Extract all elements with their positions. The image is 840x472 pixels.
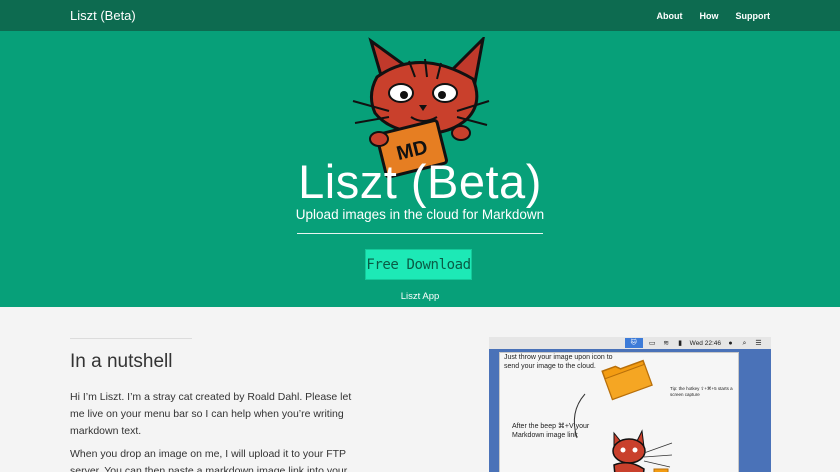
liszt-menubar-icon: 🐱	[624, 338, 643, 348]
note-after-beep: After the beep ⌘+V your Markdown image l…	[512, 423, 590, 439]
upload-paragraph: When you drop an image on me, I will upl…	[70, 448, 348, 472]
hero: MD Liszt (Beta) Upload images in the clo…	[0, 31, 840, 307]
folder-icon	[601, 359, 653, 401]
brand-link[interactable]: Liszt (Beta)	[70, 8, 136, 23]
section-title: In a nutshell	[70, 351, 173, 372]
nav-link-about[interactable]: About	[657, 11, 683, 21]
menubar-time: Wed 22:46	[689, 339, 721, 347]
intro-paragraph: Hi I’m Liszt. I’m a stray cat created by…	[70, 391, 352, 437]
display-icon: ▭	[648, 339, 656, 347]
list-icon: ☰	[755, 339, 762, 347]
wifi-icon: ≋	[663, 339, 670, 347]
nav-link-how[interactable]: How	[700, 11, 719, 21]
navbar: Liszt (Beta) About How Support	[0, 0, 840, 31]
app-screenshot: 🐱 ▭ ≋ ▮ Wed 22:46 ● ⌕ ☰ Just throw your …	[489, 337, 771, 472]
search-icon: ⌕	[742, 339, 747, 347]
hero-divider	[297, 233, 543, 234]
section-divider	[70, 338, 192, 339]
nav-links: About How Support	[640, 11, 771, 21]
cat-throwing-icon	[612, 429, 673, 472]
battery-icon: ▮	[678, 339, 683, 347]
hero-subtitle: Upload images in the cloud for Markdown	[295, 207, 545, 222]
mac-menubar: 🐱 ▭ ≋ ▮ Wed 22:46 ● ⌕ ☰	[489, 337, 771, 349]
nav-link-support[interactable]: Support	[736, 11, 771, 21]
user-icon: ●	[728, 339, 733, 347]
free-download-button[interactable]: Free Download	[365, 249, 472, 280]
content-section: In a nutshell Hi I’m Liszt. I’m a stray …	[0, 307, 840, 472]
app-label: Liszt App	[400, 291, 440, 302]
note-hotkey-tip: Tip: the hotkey ⇧+⌘+5 starts a screen ca…	[670, 386, 733, 397]
hero-title: Liszt (Beta)	[298, 155, 542, 208]
